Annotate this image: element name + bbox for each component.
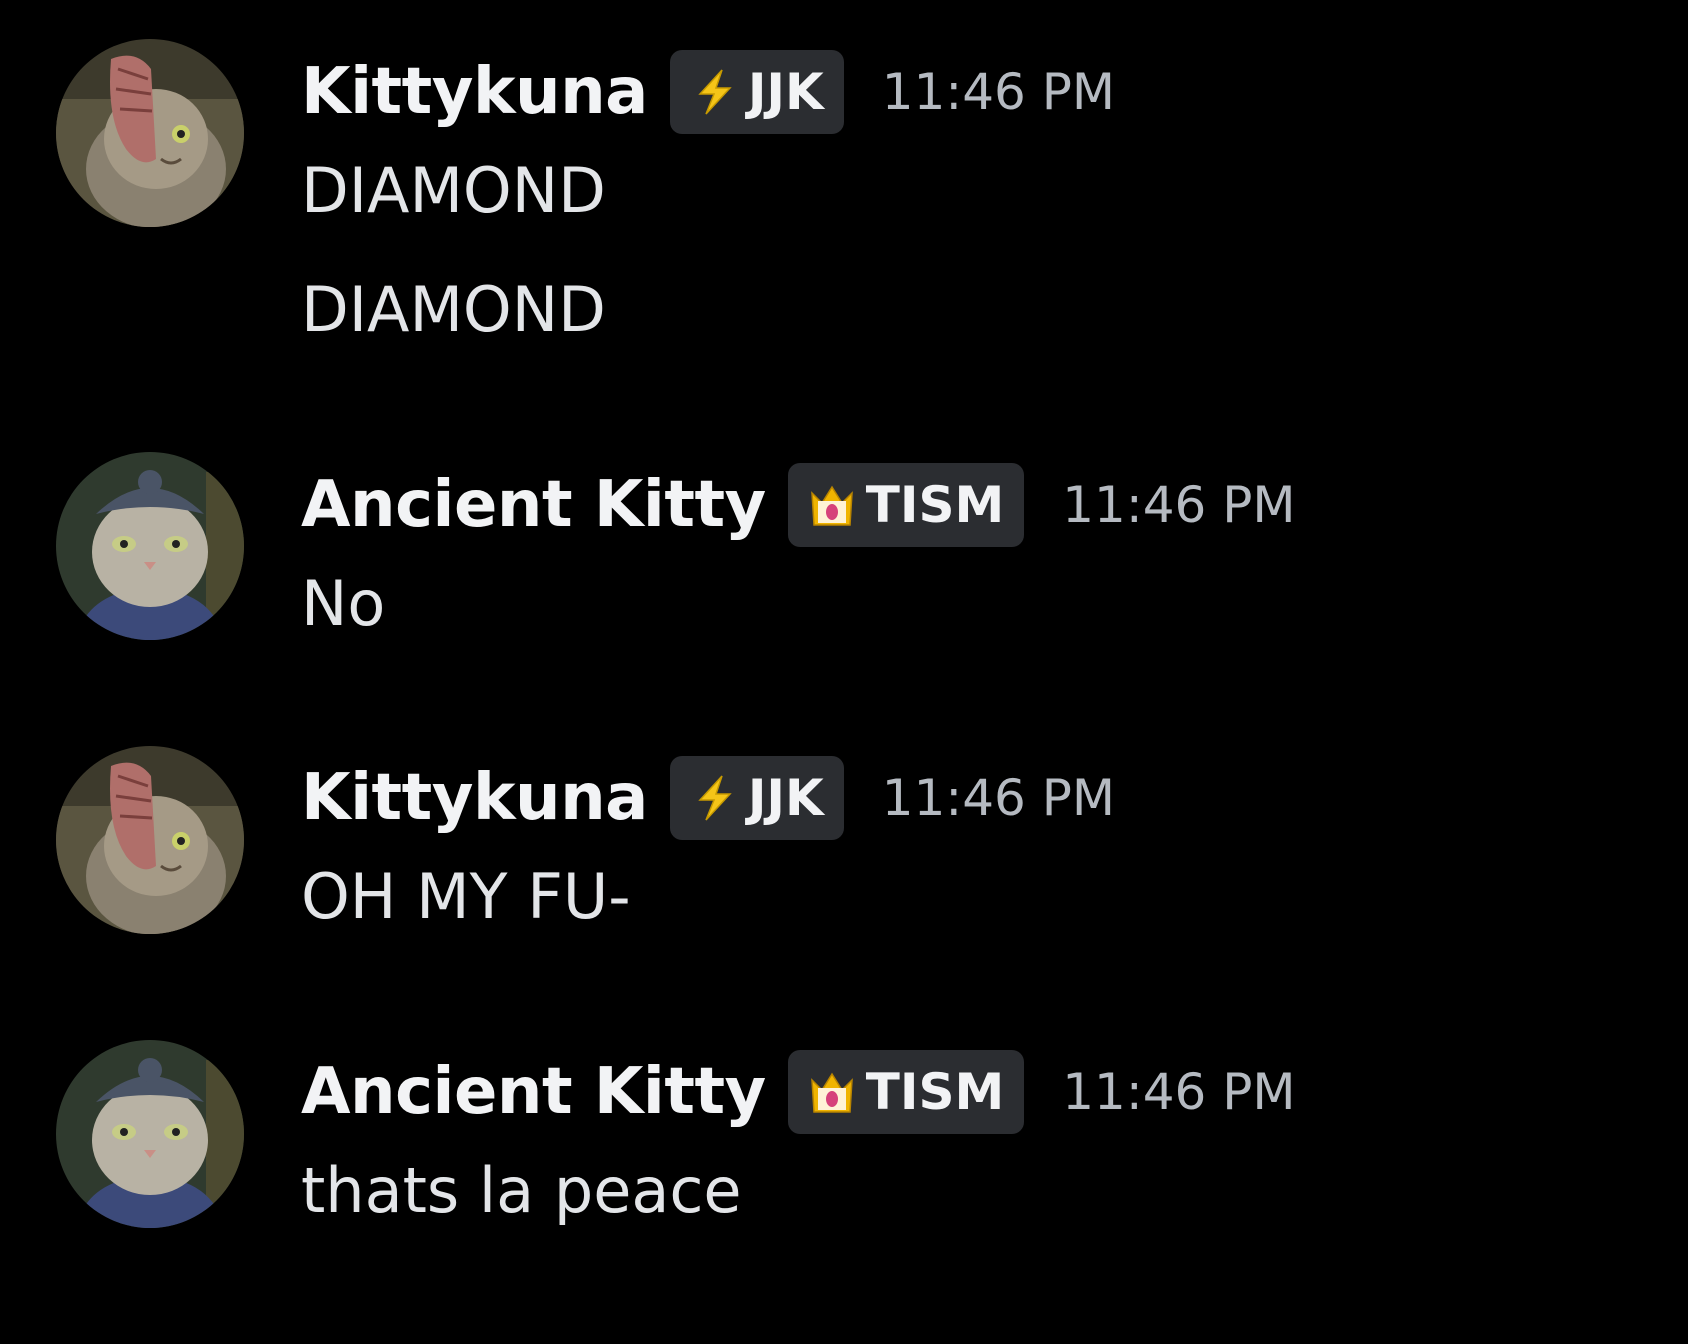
avatar-ancient-kitty[interactable] bbox=[56, 1040, 244, 1228]
avatar-ancient-kitty[interactable] bbox=[56, 452, 244, 640]
username[interactable]: Kittykuna bbox=[301, 761, 648, 835]
timestamp[interactable]: 11:46 PM bbox=[882, 63, 1115, 121]
username[interactable]: Ancient Kitty bbox=[301, 1055, 766, 1129]
message-text: No bbox=[301, 567, 386, 640]
tag-label: JJK bbox=[747, 63, 824, 121]
crown-icon bbox=[810, 485, 853, 526]
cat-avatar-icon bbox=[56, 39, 244, 227]
message-text: DIAMOND bbox=[301, 273, 606, 346]
message-text: DIAMOND bbox=[301, 154, 606, 227]
crown-icon bbox=[810, 1072, 853, 1113]
lightning-icon bbox=[698, 775, 732, 821]
message-text: OH MY FU- bbox=[301, 860, 631, 933]
lightning-icon bbox=[698, 69, 732, 115]
tag-label: TISM bbox=[865, 1063, 1005, 1121]
cat-avatar-icon bbox=[56, 452, 244, 640]
tag-label: TISM bbox=[865, 476, 1005, 534]
username[interactable]: Ancient Kitty bbox=[301, 468, 766, 542]
tag-label: JJK bbox=[747, 769, 824, 827]
message-header: Ancient Kitty TISM 11:46 PM bbox=[301, 463, 1296, 547]
message-header: Ancient Kitty TISM 11:46 PM bbox=[301, 1050, 1296, 1134]
timestamp[interactable]: 11:46 PM bbox=[1062, 1063, 1295, 1121]
cat-avatar-icon bbox=[56, 746, 244, 934]
server-tag[interactable]: TISM bbox=[787, 1050, 1025, 1134]
avatar-kittykuna[interactable] bbox=[56, 746, 244, 934]
message-header: Kittykuna JJK 11:46 PM bbox=[301, 50, 1115, 134]
server-tag[interactable]: TISM bbox=[787, 463, 1025, 547]
username[interactable]: Kittykuna bbox=[301, 55, 648, 129]
server-tag[interactable]: JJK bbox=[669, 756, 844, 840]
avatar-kittykuna[interactable] bbox=[56, 39, 244, 227]
cat-avatar-icon bbox=[56, 1040, 244, 1228]
message-text: thats la peace bbox=[301, 1154, 742, 1227]
message-header: Kittykuna JJK 11:46 PM bbox=[301, 756, 1115, 840]
timestamp[interactable]: 11:46 PM bbox=[1062, 476, 1295, 534]
timestamp[interactable]: 11:46 PM bbox=[882, 769, 1115, 827]
server-tag[interactable]: JJK bbox=[669, 50, 844, 134]
